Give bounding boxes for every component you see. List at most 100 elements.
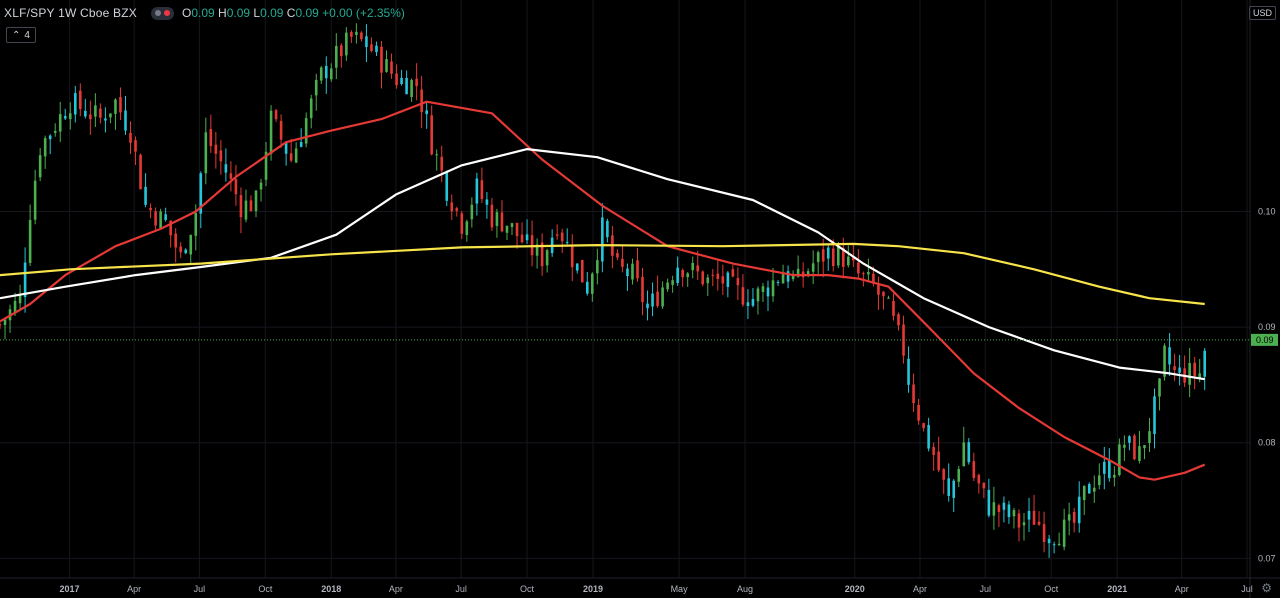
candle-body <box>701 271 705 285</box>
candle-body <box>1113 474 1116 478</box>
candle-body <box>425 110 428 115</box>
time-tick-label: Jul <box>1241 584 1253 594</box>
candle-body <box>149 207 152 211</box>
candle-body <box>847 256 850 266</box>
candle-body <box>937 451 940 471</box>
candle-body <box>1077 496 1081 524</box>
candle-body <box>806 271 810 275</box>
candle-body <box>0 324 2 326</box>
candle-body <box>319 67 323 81</box>
candle-body <box>922 423 925 429</box>
candle-body <box>360 32 363 40</box>
candle-body <box>114 99 117 114</box>
candle-body <box>410 79 413 97</box>
candle-body <box>179 246 183 253</box>
candle-body <box>952 480 956 498</box>
candle-body <box>706 277 710 284</box>
candle-body <box>621 258 624 267</box>
time-tick-label: Jul <box>194 584 206 594</box>
candle-body <box>907 358 910 385</box>
candle-body <box>811 263 815 272</box>
candle-body <box>736 278 740 286</box>
indicators-collapse-button[interactable]: ⌃ 4 <box>6 27 36 43</box>
candle-body <box>932 446 935 455</box>
candle-body <box>857 262 860 274</box>
time-tick-label: Jul <box>980 584 992 594</box>
candle-body <box>124 110 127 131</box>
candle-body <box>1173 366 1176 371</box>
candle-body <box>616 253 619 258</box>
candle-body <box>591 273 594 294</box>
candle-body <box>38 155 42 178</box>
price-chart[interactable]: 0.10 0.09 0.08 0.07 0.09 2017 Apr Jul Oct 2018 Apr… <box>0 0 1280 598</box>
candle-body <box>1193 362 1196 376</box>
candle-body <box>500 212 504 232</box>
candle-body <box>651 293 654 307</box>
candle-body <box>450 202 454 212</box>
candle-body <box>94 105 97 117</box>
candle-body <box>465 221 469 235</box>
chevron-up-icon: ⌃ <box>12 29 21 41</box>
legend-visibility-toggle[interactable] <box>150 6 174 20</box>
candle-body <box>43 138 47 157</box>
candle-body <box>696 265 700 272</box>
candle-body <box>340 45 343 57</box>
candle-body <box>134 140 137 152</box>
candle-body <box>79 90 82 110</box>
candle-body <box>279 120 283 140</box>
candle-body <box>1118 444 1121 476</box>
candle-body <box>109 113 112 118</box>
chart-background <box>0 0 1280 598</box>
candle-body <box>99 108 102 118</box>
candle-body <box>766 287 770 297</box>
candle-body <box>440 156 444 171</box>
candle-body <box>1203 350 1207 377</box>
candle-body <box>776 281 780 283</box>
time-tick-label: 2020 <box>845 584 865 594</box>
candle-body <box>395 73 398 86</box>
candle-body <box>470 204 474 220</box>
candle-body <box>28 220 32 263</box>
candle-body <box>58 114 62 132</box>
candle-body <box>686 273 689 278</box>
high-label: H <box>218 6 227 20</box>
candle-body <box>154 211 157 226</box>
candle-body <box>119 96 122 113</box>
candle-body <box>962 442 966 467</box>
candle-body <box>626 268 629 277</box>
candle-body <box>1178 367 1181 373</box>
candle-body <box>1052 544 1056 546</box>
candle-body <box>751 298 755 306</box>
candle-body <box>209 129 213 147</box>
candle-body <box>575 263 579 271</box>
candle-body <box>1128 436 1131 443</box>
time-tick-label: 2018 <box>321 584 341 594</box>
candle-body <box>385 59 388 72</box>
currency-label[interactable]: USD <box>1248 6 1276 20</box>
candle-body <box>249 200 253 212</box>
candle-body <box>756 288 760 302</box>
candle-body <box>987 489 991 516</box>
candle-body <box>164 214 167 220</box>
candle-body <box>68 113 72 120</box>
candle-body <box>370 44 373 51</box>
time-tick-label: Jul <box>455 584 467 594</box>
candle-body <box>726 272 730 287</box>
candle-body <box>917 404 920 421</box>
candle-body <box>314 79 318 96</box>
candle-body <box>731 269 735 277</box>
gear-icon[interactable]: ⚙ <box>1261 581 1272 595</box>
candle-body <box>104 118 107 121</box>
price-tick-label: 0.09 <box>1258 322 1276 332</box>
candle-body <box>284 142 288 154</box>
candle-body <box>239 195 243 218</box>
time-tick-label: May <box>671 584 689 594</box>
candle-body <box>821 249 825 262</box>
candle-body <box>335 45 338 68</box>
candle-body <box>350 32 353 37</box>
candle-body <box>405 77 408 95</box>
candle-body <box>1032 510 1036 525</box>
change-value: +0.00 (+2.35%) <box>322 6 405 20</box>
candle-body <box>475 178 479 204</box>
open-label: O <box>181 6 192 20</box>
